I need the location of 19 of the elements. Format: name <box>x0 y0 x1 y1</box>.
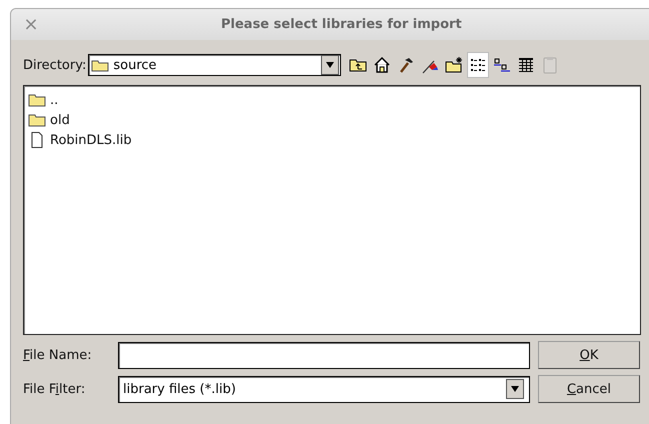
dropdown-arrow-icon[interactable] <box>510 385 520 393</box>
file-item[interactable]: .. <box>50 92 58 108</box>
ok-button[interactable]: OK <box>538 341 640 369</box>
file-filter-dropdown[interactable]: library files (*.lib) <box>118 376 530 402</box>
folder-icon <box>91 58 110 72</box>
file-list[interactable]: .. old RobinDLS.lib <box>23 85 641 335</box>
cancel-button[interactable]: Cancel <box>538 375 640 403</box>
list-view-icon[interactable] <box>467 52 490 78</box>
folder-icon <box>28 93 46 107</box>
window-title: Please select libraries for import <box>221 17 462 32</box>
file-name-label: File Name: <box>23 348 93 362</box>
file-item[interactable]: old <box>50 112 70 128</box>
folder-icon <box>28 113 46 127</box>
file-filter-label: File Filter: <box>23 382 86 396</box>
file-item[interactable]: RobinDLS.lib <box>50 132 132 148</box>
directory-dropdown[interactable]: source <box>88 54 342 76</box>
directory-label: Directory: <box>23 58 86 72</box>
dropdown-arrow-icon[interactable] <box>325 61 336 69</box>
file-name-field[interactable] <box>118 342 530 368</box>
